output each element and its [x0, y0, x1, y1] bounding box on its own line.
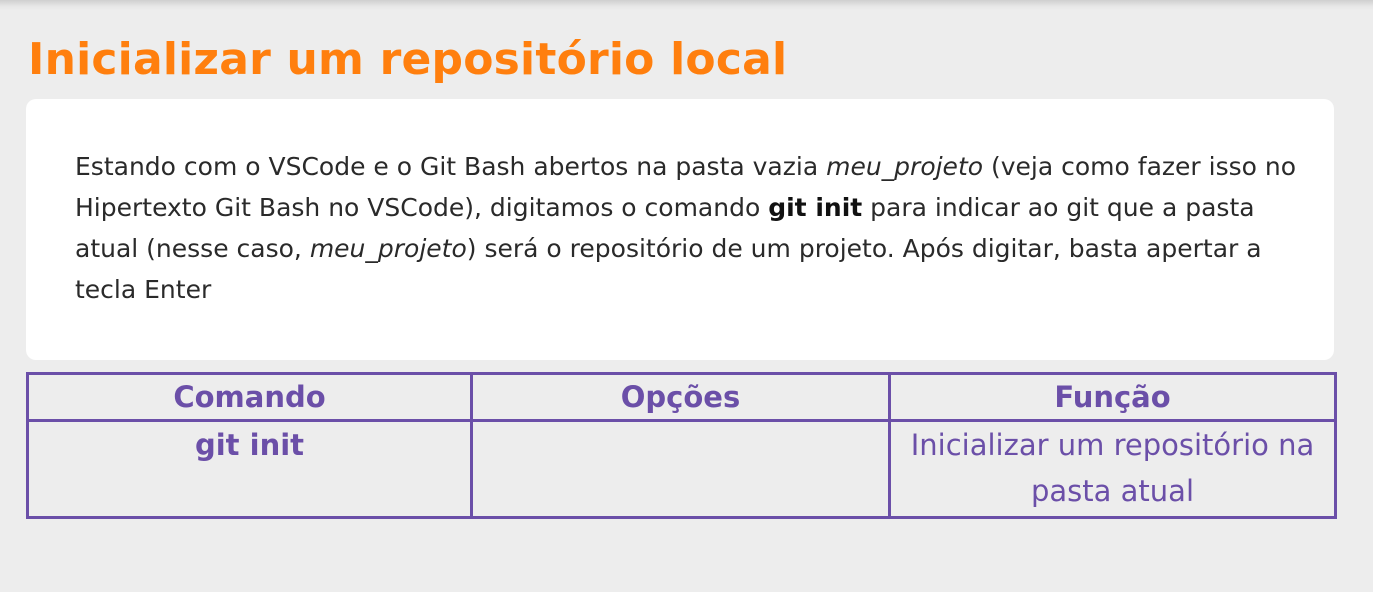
description-text: Estando com o VSCode e o Git Bash aberto… [75, 146, 1310, 310]
command-emphasis: git init [768, 193, 863, 222]
description-text-part: Estando com o VSCode e o Git Bash aberto… [75, 152, 827, 181]
description-card: Estando com o VSCode e o Git Bash aberto… [26, 99, 1334, 360]
top-shadow [0, 0, 1373, 10]
header-opcoes: Opções [470, 372, 891, 422]
cell-funcao: Inicializar um repositório na pasta atua… [888, 419, 1337, 519]
cell-opcoes [470, 419, 891, 519]
page: Inicializar um repositório local Estando… [0, 0, 1373, 592]
folder-name-emphasis: meu_projeto [826, 152, 984, 181]
folder-name-emphasis: meu_projeto [309, 234, 467, 263]
header-funcao: Função [888, 372, 1337, 422]
header-comando: Comando [26, 372, 473, 422]
table-row: git init Inicializar um repositório na p… [26, 419, 1337, 519]
command-table: Comando Opções Função git init Inicializ… [26, 372, 1337, 519]
table-header-row: Comando Opções Função [26, 372, 1337, 422]
page-title: Inicializar um repositório local [28, 34, 788, 85]
cell-comando: git init [26, 419, 473, 519]
